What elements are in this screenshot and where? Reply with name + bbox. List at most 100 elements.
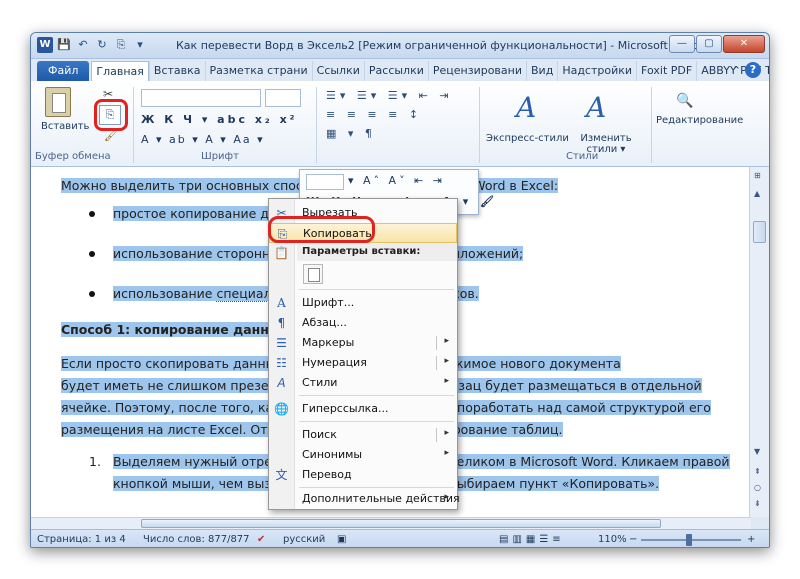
- font-group-label: Шрифт: [201, 151, 239, 162]
- menu-item-label: Абзац...: [302, 316, 347, 329]
- paste-icon-row: 📋: [269, 243, 295, 263]
- menu-item-numbering[interactable]: ☷ Нумерация ▸: [269, 353, 457, 373]
- submenu-arrow-icon[interactable]: ▸: [444, 428, 449, 438]
- express-styles-icon[interactable]: A: [516, 91, 536, 124]
- split-separator: [436, 336, 437, 350]
- tab-references[interactable]: Ссылки: [311, 61, 364, 81]
- undo-icon[interactable]: ↶: [75, 37, 91, 53]
- word-count[interactable]: Число слов: 877/877: [143, 534, 250, 545]
- ribbon-home: Вставить ✂ ⎘ 🖌 Буфер обмена Ж К Ч ▾ abc …: [31, 81, 769, 167]
- close-button[interactable]: ✕: [723, 35, 765, 53]
- ruler-toggle-icon[interactable]: ⊞: [754, 171, 761, 180]
- paste-label: Вставить: [41, 121, 90, 132]
- scroll-down-icon[interactable]: ▼: [754, 447, 760, 456]
- group-separator: [651, 87, 652, 163]
- browse-object-icon[interactable]: ○: [754, 483, 761, 492]
- menu-item-bullets[interactable]: ☰ Маркеры ▸: [269, 333, 457, 353]
- zoom-in-button[interactable]: +: [747, 534, 755, 545]
- zoom-out-button[interactable]: −: [629, 534, 637, 545]
- collapse-ribbon-icon[interactable]: ⌃: [732, 64, 741, 77]
- maximize-button[interactable]: ▢: [696, 35, 722, 53]
- horizontal-scroll-thumb[interactable]: [141, 519, 661, 528]
- proofing-icon[interactable]: ✔: [257, 534, 265, 545]
- change-styles-icon[interactable]: A: [586, 91, 606, 124]
- zoom-slider-thumb[interactable]: [686, 534, 692, 546]
- page-count[interactable]: Страница: 1 из 4: [37, 534, 126, 545]
- menu-separator: [299, 421, 454, 422]
- menu-separator: [299, 289, 454, 290]
- tab-review[interactable]: Рецензировани: [427, 61, 526, 81]
- submenu-arrow-icon[interactable]: ▸: [444, 356, 449, 366]
- menu-item-label: Дополнительные действия: [302, 492, 460, 505]
- vertical-scroll-thumb[interactable]: [753, 221, 766, 243]
- customize-toolbar-icon[interactable]: ▾: [132, 37, 148, 53]
- styles-group-label: Стили: [566, 151, 599, 162]
- paste-button[interactable]: Вставить: [41, 87, 90, 147]
- redo-icon[interactable]: ↻: [94, 37, 110, 53]
- menu-item-label: Нумерация: [302, 356, 367, 369]
- menu-item-font[interactable]: A Шрифт...: [269, 293, 457, 313]
- language[interactable]: русский: [283, 534, 325, 545]
- bullets-icon: ☰: [276, 336, 287, 350]
- macro-icon[interactable]: ▣: [337, 534, 346, 545]
- paragraph-row-3[interactable]: ▦ ▾ ¶: [326, 127, 466, 140]
- tab-insert[interactable]: Вставка: [148, 61, 205, 81]
- express-styles-label[interactable]: Экспресс-стили: [486, 133, 569, 144]
- title-bar: W 💾 ↶ ↻ ⎘ ▾ Как перевести Ворд в Эксель2…: [31, 33, 769, 59]
- paragraph-row-1[interactable]: ☰▾ ☰▾ ☰▾ ⇤ ⇥: [326, 89, 466, 102]
- window-title: Как перевести Ворд в Эксель2 [Режим огра…: [176, 39, 700, 52]
- group-separator: [133, 87, 134, 163]
- menu-item-styles[interactable]: A Стили ▸: [269, 373, 457, 393]
- font-name-input[interactable]: [141, 89, 261, 107]
- mini-font-input[interactable]: [306, 174, 344, 190]
- font-format-row[interactable]: Ж К Ч ▾ abc x₂ x²: [141, 113, 298, 126]
- menu-item-search[interactable]: Поиск ▸: [269, 425, 457, 445]
- menu-item-paragraph[interactable]: ¶ Абзац...: [269, 313, 457, 333]
- status-bar: Страница: 1 из 4 Число слов: 877/877 ✔ р…: [31, 529, 769, 547]
- submenu-arrow-icon: ▸: [444, 492, 449, 502]
- mini-toolbar-row-1[interactable]: ▾ A˄ A˅ ⇤ ⇥: [348, 174, 445, 187]
- menu-item-translate[interactable]: 文 Перевод: [269, 465, 457, 485]
- prev-page-icon[interactable]: ⇞: [754, 467, 761, 476]
- styles-icon: A: [277, 376, 286, 390]
- paste-keep-text-option[interactable]: [303, 264, 323, 284]
- clipboard-group-label: Буфер обмена: [35, 151, 111, 162]
- horizontal-scrollbar[interactable]: [31, 517, 751, 529]
- tab-foxit-pdf[interactable]: Foxit PDF: [636, 61, 696, 81]
- quick-access-toolbar: W 💾 ↶ ↻ ⎘ ▾: [37, 37, 148, 53]
- tab-page-layout[interactable]: Разметка страни: [204, 61, 312, 81]
- quick-access-extra-icon[interactable]: ⎘: [113, 37, 129, 53]
- font-color-row[interactable]: A ▾ ab ▾ A ▾ Aa ▾: [141, 133, 265, 146]
- font-size-input[interactable]: [265, 89, 301, 107]
- tab-file[interactable]: Файл: [37, 61, 90, 81]
- word-logo-icon[interactable]: W: [37, 37, 53, 53]
- submenu-arrow-icon[interactable]: ▸: [444, 336, 449, 346]
- view-buttons[interactable]: ▤▥▦☰≡: [499, 534, 565, 545]
- menu-separator: [299, 487, 454, 488]
- bullet-marker: [89, 211, 95, 217]
- translate-icon: 文: [275, 468, 288, 482]
- group-separator: [316, 87, 317, 163]
- menu-item-hyperlink[interactable]: 🌐 Гиперссылка...: [269, 399, 457, 419]
- next-page-icon[interactable]: ⇟: [754, 499, 761, 508]
- editing-label[interactable]: Редактирование: [656, 115, 743, 126]
- tab-addins[interactable]: Надстройки: [557, 61, 636, 81]
- copy-menu-highlight-ring: [268, 216, 375, 243]
- zoom-level[interactable]: 110%: [598, 534, 627, 545]
- scroll-up-icon[interactable]: ▲: [754, 189, 760, 198]
- hyperlink-icon: 🌐: [274, 402, 289, 416]
- save-icon[interactable]: 💾: [56, 37, 72, 53]
- bullet-marker: [89, 251, 95, 257]
- editing-icon[interactable]: 🔍: [676, 93, 693, 109]
- help-icon[interactable]: ?: [745, 62, 761, 78]
- tab-mailings[interactable]: Рассылки: [363, 61, 428, 81]
- paragraph-controls[interactable]: ☰▾ ☰▾ ☰▾ ⇤ ⇥ ≡ ≡ ≡ ≡ ↕ ▦ ▾ ¶: [326, 89, 466, 140]
- menu-item-synonyms[interactable]: Синонимы ▸: [269, 445, 457, 465]
- menu-item-more-actions[interactable]: Дополнительные действия ▸: [269, 489, 460, 509]
- tab-view[interactable]: Вид: [526, 61, 557, 81]
- tab-home[interactable]: Главная: [91, 61, 149, 81]
- split-separator: [436, 428, 437, 442]
- paragraph-row-2[interactable]: ≡ ≡ ≡ ≡ ↕: [326, 108, 466, 121]
- minimize-button[interactable]: —: [669, 35, 695, 53]
- vertical-scrollbar[interactable]: ⊞ ▲ ▼ ⇞ ○ ⇟: [749, 167, 769, 517]
